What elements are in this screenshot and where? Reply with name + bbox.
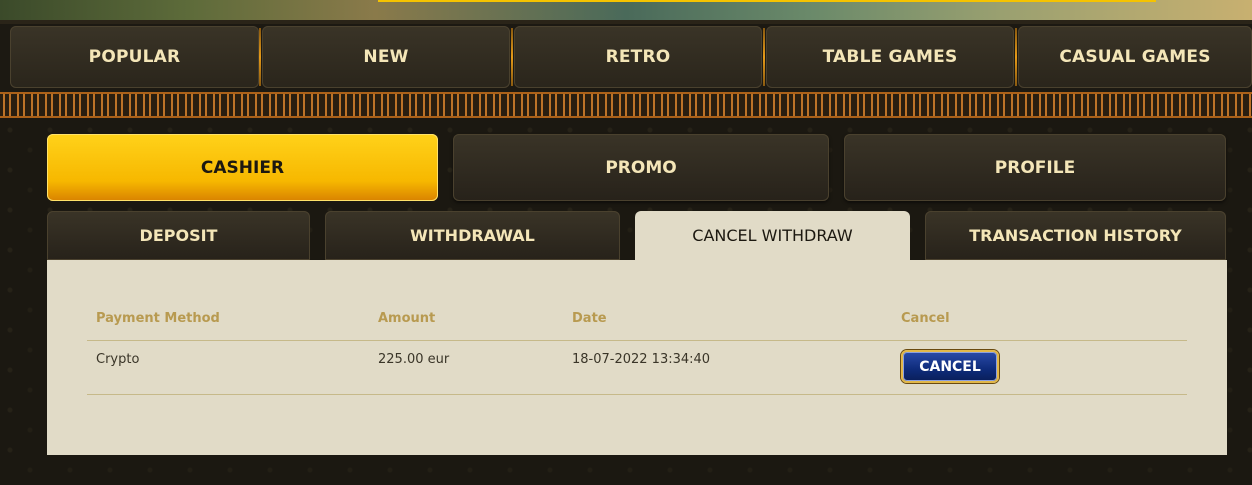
nav-separator	[1015, 28, 1017, 86]
nav-popular[interactable]: POPULAR	[10, 26, 259, 88]
nav-retro[interactable]: RETRO	[514, 26, 762, 88]
tab-promo[interactable]: PROMO	[453, 134, 829, 201]
header-payment-method: Payment Method	[96, 311, 220, 326]
subtab-withdrawal[interactable]: WITHDRAWAL	[325, 211, 620, 260]
nav-new[interactable]: NEW	[262, 26, 510, 88]
nav-separator	[259, 28, 261, 86]
subtab-transaction-history[interactable]: TRANSACTION HISTORY	[925, 211, 1226, 260]
nav-separator	[511, 28, 513, 86]
subtab-cancel-withdraw[interactable]: CANCEL WITHDRAW	[635, 211, 910, 260]
cell-payment-method: Crypto	[96, 352, 140, 367]
tab-profile[interactable]: PROFILE	[844, 134, 1226, 201]
nav-casual-games[interactable]: CASUAL GAMES	[1018, 26, 1252, 88]
header-cancel: Cancel	[901, 311, 950, 326]
nav-table-games[interactable]: TABLE GAMES	[766, 26, 1014, 88]
banner-highlight-bar	[378, 0, 1156, 2]
header-amount: Amount	[378, 311, 436, 326]
header-date: Date	[572, 311, 607, 326]
table-row-divider	[87, 394, 1187, 395]
cell-amount: 225.00 eur	[378, 352, 450, 367]
tab-cashier[interactable]: CASHIER	[47, 134, 438, 201]
subtab-deposit[interactable]: DEPOSIT	[47, 211, 310, 260]
cancel-withdrawal-button[interactable]: CANCEL	[901, 350, 999, 383]
game-category-nav: POPULAR NEW RETRO TABLE GAMES CASUAL GAM…	[0, 24, 1252, 92]
nav-separator	[763, 28, 765, 86]
cell-date: 18-07-2022 13:34:40	[572, 352, 711, 367]
top-banner	[0, 0, 1252, 24]
greek-key-border	[0, 92, 1252, 118]
table-header-divider	[87, 340, 1187, 341]
